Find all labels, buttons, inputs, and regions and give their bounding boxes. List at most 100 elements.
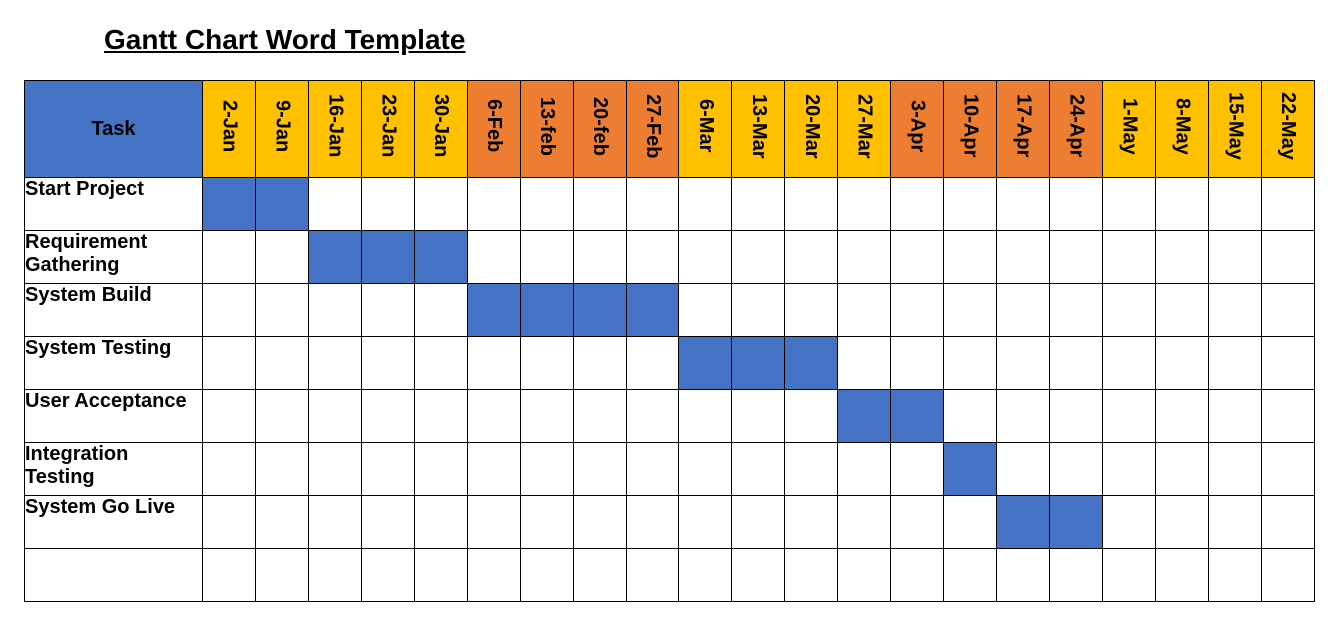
gantt-empty-cell (838, 284, 891, 337)
gantt-empty-cell (1155, 443, 1208, 496)
gantt-empty-cell (573, 178, 626, 231)
gantt-empty-cell (255, 390, 308, 443)
gantt-empty-cell (1208, 284, 1261, 337)
gantt-empty-cell (520, 549, 573, 602)
empty-row (25, 549, 1315, 602)
gantt-empty-cell (838, 443, 891, 496)
gantt-empty-cell (520, 231, 573, 284)
gantt-empty-cell (573, 549, 626, 602)
gantt-empty-cell (414, 443, 467, 496)
gantt-empty-cell (891, 284, 944, 337)
gantt-empty-cell (1261, 496, 1314, 549)
gantt-empty-cell (1208, 390, 1261, 443)
date-label: 1-May (1117, 98, 1140, 155)
task-name-cell (25, 549, 203, 602)
date-column-header: 3-Apr (891, 81, 944, 178)
date-label: 9-Jan (270, 100, 293, 152)
gantt-bar-cell (732, 337, 785, 390)
gantt-empty-cell (414, 178, 467, 231)
gantt-empty-cell (467, 443, 520, 496)
gantt-empty-cell (467, 178, 520, 231)
gantt-empty-cell (1261, 337, 1314, 390)
gantt-bar-cell (573, 284, 626, 337)
gantt-empty-cell (891, 337, 944, 390)
task-row: Integration Testing (25, 443, 1315, 496)
gantt-empty-cell (1208, 443, 1261, 496)
gantt-empty-cell (467, 337, 520, 390)
gantt-empty-cell (626, 178, 679, 231)
gantt-bar-cell (838, 390, 891, 443)
gantt-empty-cell (838, 496, 891, 549)
date-column-header: 20-Mar (785, 81, 838, 178)
date-label: 15-May (1223, 92, 1246, 160)
gantt-bar-cell (467, 284, 520, 337)
gantt-table: Task2-Jan9-Jan16-Jan23-Jan30-Jan6-Feb13-… (24, 80, 1315, 602)
gantt-empty-cell (997, 390, 1050, 443)
date-column-header: 20-feb (573, 81, 626, 178)
gantt-empty-cell (732, 231, 785, 284)
gantt-empty-cell (1208, 231, 1261, 284)
gantt-empty-cell (626, 549, 679, 602)
task-name-cell: Requirement Gathering (25, 231, 203, 284)
gantt-empty-cell (944, 231, 997, 284)
gantt-empty-cell (203, 390, 256, 443)
gantt-empty-cell (1155, 337, 1208, 390)
gantt-empty-cell (944, 390, 997, 443)
gantt-empty-cell (1261, 178, 1314, 231)
gantt-empty-cell (838, 178, 891, 231)
gantt-empty-cell (732, 496, 785, 549)
gantt-empty-cell (732, 284, 785, 337)
gantt-empty-cell (1261, 390, 1314, 443)
gantt-empty-cell (573, 390, 626, 443)
gantt-empty-cell (944, 178, 997, 231)
date-label: 27-Mar (853, 94, 876, 158)
date-column-header: 1-May (1102, 81, 1155, 178)
gantt-empty-cell (1208, 337, 1261, 390)
gantt-empty-cell (997, 284, 1050, 337)
gantt-empty-cell (679, 390, 732, 443)
gantt-empty-cell (203, 337, 256, 390)
gantt-empty-cell (891, 231, 944, 284)
gantt-empty-cell (785, 231, 838, 284)
task-column-header: Task (25, 81, 203, 178)
gantt-empty-cell (1208, 496, 1261, 549)
task-name-cell: System Go Live (25, 496, 203, 549)
gantt-empty-cell (1102, 231, 1155, 284)
gantt-empty-cell (520, 337, 573, 390)
gantt-empty-cell (1155, 178, 1208, 231)
gantt-empty-cell (732, 443, 785, 496)
date-column-header: 24-Apr (1050, 81, 1103, 178)
gantt-bar-cell (255, 178, 308, 231)
page-title: Gantt Chart Word Template (104, 24, 1304, 56)
gantt-empty-cell (1050, 284, 1103, 337)
gantt-empty-cell (414, 284, 467, 337)
date-label: 20-Mar (800, 94, 823, 158)
gantt-empty-cell (838, 231, 891, 284)
gantt-empty-cell (573, 231, 626, 284)
gantt-empty-cell (255, 337, 308, 390)
gantt-empty-cell (1261, 284, 1314, 337)
task-row: User Acceptance (25, 390, 1315, 443)
gantt-empty-cell (414, 496, 467, 549)
gantt-empty-cell (467, 549, 520, 602)
gantt-empty-cell (255, 284, 308, 337)
gantt-empty-cell (1155, 231, 1208, 284)
gantt-empty-cell (1261, 443, 1314, 496)
date-label: 3-Apr (906, 100, 929, 152)
gantt-empty-cell (785, 284, 838, 337)
date-column-header: 2-Jan (203, 81, 256, 178)
gantt-empty-cell (203, 443, 256, 496)
gantt-empty-cell (467, 390, 520, 443)
gantt-empty-cell (361, 496, 414, 549)
gantt-bar-cell (308, 231, 361, 284)
gantt-bar-cell (520, 284, 573, 337)
gantt-empty-cell (1050, 231, 1103, 284)
date-column-header: 13-feb (520, 81, 573, 178)
gantt-empty-cell (785, 443, 838, 496)
date-label: 27-Feb (641, 94, 664, 158)
gantt-empty-cell (361, 337, 414, 390)
gantt-empty-cell (785, 496, 838, 549)
gantt-empty-cell (838, 337, 891, 390)
gantt-empty-cell (891, 496, 944, 549)
gantt-empty-cell (361, 390, 414, 443)
